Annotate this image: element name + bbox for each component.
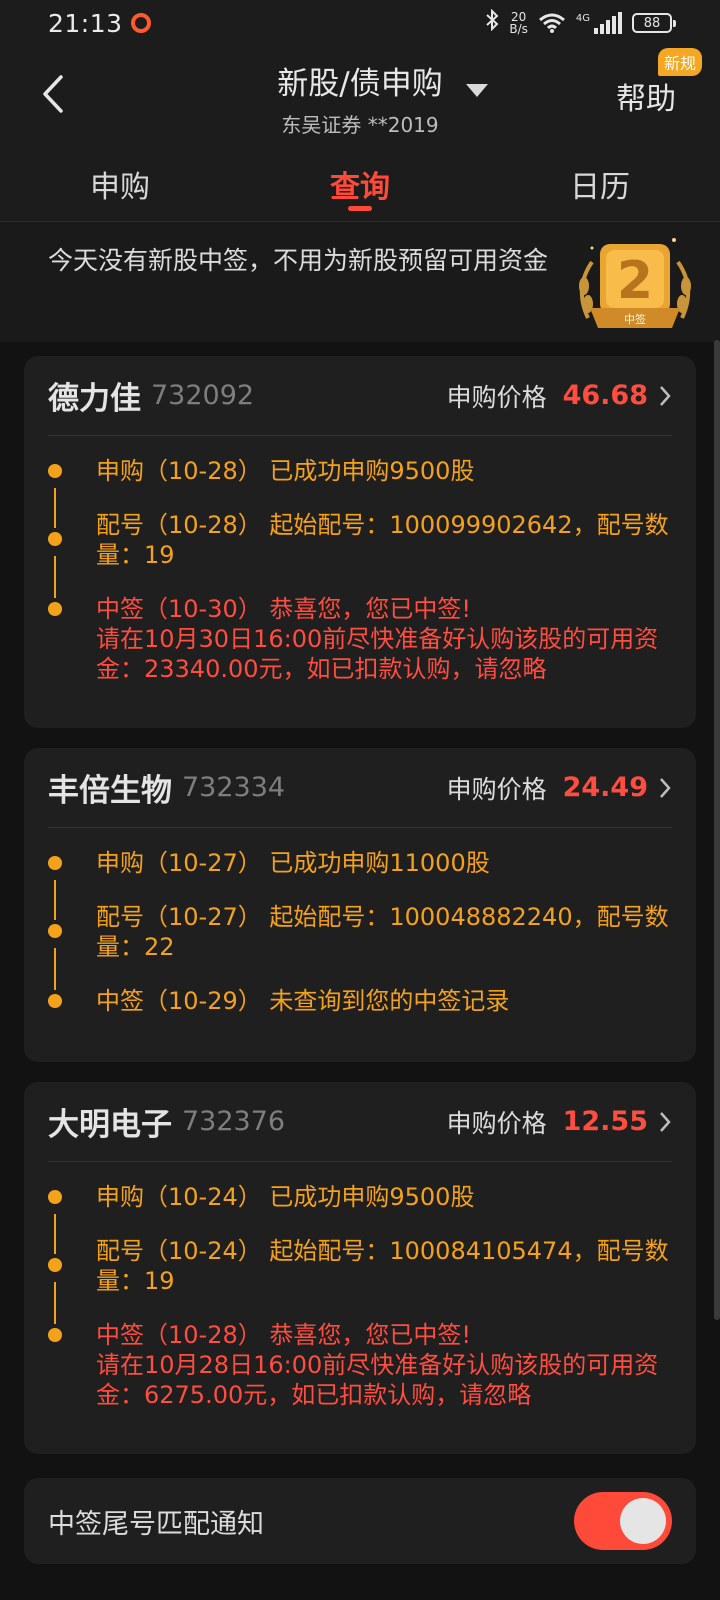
chevron-right-icon xyxy=(660,777,671,798)
stock-code: 732092 xyxy=(151,380,255,411)
price-label: 申购价格 xyxy=(446,774,547,804)
tab-bar: 申购 查询 日历 xyxy=(0,140,720,222)
tab-subscribe-label: 申购 xyxy=(90,170,150,205)
new-rules-badge[interactable]: 新规 xyxy=(657,48,702,76)
price-value: 12.55 xyxy=(562,1106,648,1137)
match-notification-setting: 中签尾号匹配通知 xyxy=(24,1478,696,1564)
timeline-dot xyxy=(48,994,62,1008)
timeline-event: 中签（10-28） 恭喜您，您已中签! 请在10月28日16:00前尽快准备好认… xyxy=(48,1320,672,1410)
account-selector[interactable]: 新股/债申购 东吴证券 **2019 xyxy=(0,58,720,138)
status-bar: 21:13 20 B/s 4G 88 xyxy=(0,0,720,46)
ipo-card: 大明电子 732376 申购价格 12.55 申购（10-24） 已成功申购95… xyxy=(24,1082,696,1454)
tab-calendar[interactable]: 日历 xyxy=(480,140,720,221)
trophy-icon: 2 中签 xyxy=(579,238,691,328)
header: 新股/债申购 东吴证券 **2019 帮助 新规 xyxy=(0,46,720,140)
event-text: 配号（10-28） 起始配号：100099902642，配号数量：19 xyxy=(96,511,669,569)
status-icons: 20 B/s 4G 88 xyxy=(485,8,676,37)
signal-icon xyxy=(594,12,622,34)
ipo-card-header[interactable]: 丰倍生物 732334 申购价格 24.49 xyxy=(48,748,672,828)
timeline-event: 配号（10-28） 起始配号：100099902642，配号数量：19 xyxy=(48,510,672,570)
recording-indicator-icon xyxy=(130,13,151,33)
price-value: 46.68 xyxy=(562,380,648,411)
help-button[interactable]: 帮助 xyxy=(616,74,676,118)
timeline-dot xyxy=(48,1328,62,1342)
timeline-event: 中签（10-30） 恭喜您，您已中签! 请在10月30日16:00前尽快准备好认… xyxy=(48,594,672,684)
stock-name: 大明电子 xyxy=(48,1107,172,1143)
timeline-event: 配号（10-27） 起始配号：100048882240，配号数量：22 xyxy=(48,902,672,962)
trophy-label: 中签 xyxy=(624,312,646,326)
tab-calendar-label: 日历 xyxy=(570,170,630,205)
network-speed-unit: B/s xyxy=(509,22,528,36)
timeline: 申购（10-24） 已成功申购9500股 配号（10-24） 起始配号：1000… xyxy=(24,1162,696,1434)
stock-name: 丰倍生物 xyxy=(48,773,172,809)
network-speed: 20 B/s xyxy=(509,11,528,35)
event-text: 配号（10-24） 起始配号：100084105474，配号数量：19 xyxy=(96,1237,669,1295)
ipo-card: 丰倍生物 732334 申购价格 24.49 申购（10-27） 已成功申购11… xyxy=(24,748,696,1062)
notice-text: 今天没有新股中签，不用为新股预留可用资金 xyxy=(48,246,549,275)
timeline-event: 申购（10-24） 已成功申购9500股 xyxy=(48,1182,672,1212)
event-detail: 请在10月30日16:00前尽快准备好认购该股的可用资金：23340.00元，如… xyxy=(96,625,659,683)
scrollbar[interactable] xyxy=(714,340,720,1320)
event-text: 中签（10-30） 恭喜您，您已中签! xyxy=(96,595,471,623)
tab-query-label: 查询 xyxy=(330,170,390,205)
price-label: 申购价格 xyxy=(446,1108,547,1138)
event-text: 申购（10-27） 已成功申购11000股 xyxy=(96,849,490,877)
timeline-dot xyxy=(48,1190,62,1204)
timeline-event: 中签（10-29） 未查询到您的中签记录 xyxy=(48,986,672,1016)
match-notification-toggle[interactable] xyxy=(574,1492,672,1550)
page-title: 新股/债申购 xyxy=(277,66,443,102)
trophy-number: 2 xyxy=(617,251,653,311)
timeline-event: 申购（10-27） 已成功申购11000股 xyxy=(48,848,672,878)
network-type-label: 4G xyxy=(575,13,590,24)
notice-banner: 今天没有新股中签，不用为新股预留可用资金 2 中签 xyxy=(0,222,720,342)
event-detail: 请在10月28日16:00前尽快准备好认购该股的可用资金：6275.00元，如已… xyxy=(96,1351,659,1409)
event-text: 申购（10-24） 已成功申购9500股 xyxy=(96,1183,475,1211)
event-text: 配号（10-27） 起始配号：100048882240，配号数量：22 xyxy=(96,903,669,961)
timeline-dot xyxy=(48,1258,62,1272)
timeline-event: 配号（10-24） 起始配号：100084105474，配号数量：19 xyxy=(48,1236,672,1296)
timeline-dot xyxy=(48,464,62,478)
chevron-right-icon xyxy=(660,1111,671,1132)
bluetooth-icon xyxy=(485,8,499,37)
active-tab-indicator xyxy=(348,206,372,211)
battery-level: 88 xyxy=(643,15,661,31)
dropdown-arrow-icon[interactable] xyxy=(466,84,488,97)
timeline-event: 申购（10-28） 已成功申购9500股 xyxy=(48,456,672,486)
tab-subscribe[interactable]: 申购 xyxy=(0,140,240,221)
status-time: 21:13 xyxy=(48,8,123,38)
timeline-dot xyxy=(48,924,62,938)
ipo-card-header[interactable]: 德力佳 732092 申购价格 46.68 xyxy=(48,356,672,436)
timeline-dot xyxy=(48,856,62,870)
timeline: 申购（10-28） 已成功申购9500股 配号（10-28） 起始配号：1000… xyxy=(24,436,696,708)
account-subtitle: 东吴证券 **2019 xyxy=(281,113,439,137)
tab-query[interactable]: 查询 xyxy=(240,140,480,221)
event-text: 申购（10-28） 已成功申购9500股 xyxy=(96,457,475,485)
timeline-dot xyxy=(48,602,62,616)
price-label: 申购价格 xyxy=(446,382,547,412)
event-text: 中签（10-28） 恭喜您，您已中签! xyxy=(96,1321,471,1349)
stock-code: 732376 xyxy=(182,1106,286,1137)
wifi-icon xyxy=(538,13,565,33)
stock-code: 732334 xyxy=(182,772,286,803)
ipo-card-header[interactable]: 大明电子 732376 申购价格 12.55 xyxy=(48,1082,672,1162)
timeline-dot xyxy=(48,532,62,546)
chevron-right-icon xyxy=(660,385,671,406)
toggle-knob xyxy=(620,1498,666,1544)
ipo-card: 德力佳 732092 申购价格 46.68 申购（10-28） 已成功申购950… xyxy=(24,356,696,728)
event-text: 中签（10-29） 未查询到您的中签记录 xyxy=(96,987,510,1015)
price-value: 24.49 xyxy=(562,772,648,803)
stock-name: 德力佳 xyxy=(48,381,141,417)
match-notification-label: 中签尾号匹配通知 xyxy=(48,1508,264,1540)
battery-icon: 88 xyxy=(632,13,676,33)
timeline: 申购（10-27） 已成功申购11000股 配号（10-27） 起始配号：100… xyxy=(24,828,696,1040)
